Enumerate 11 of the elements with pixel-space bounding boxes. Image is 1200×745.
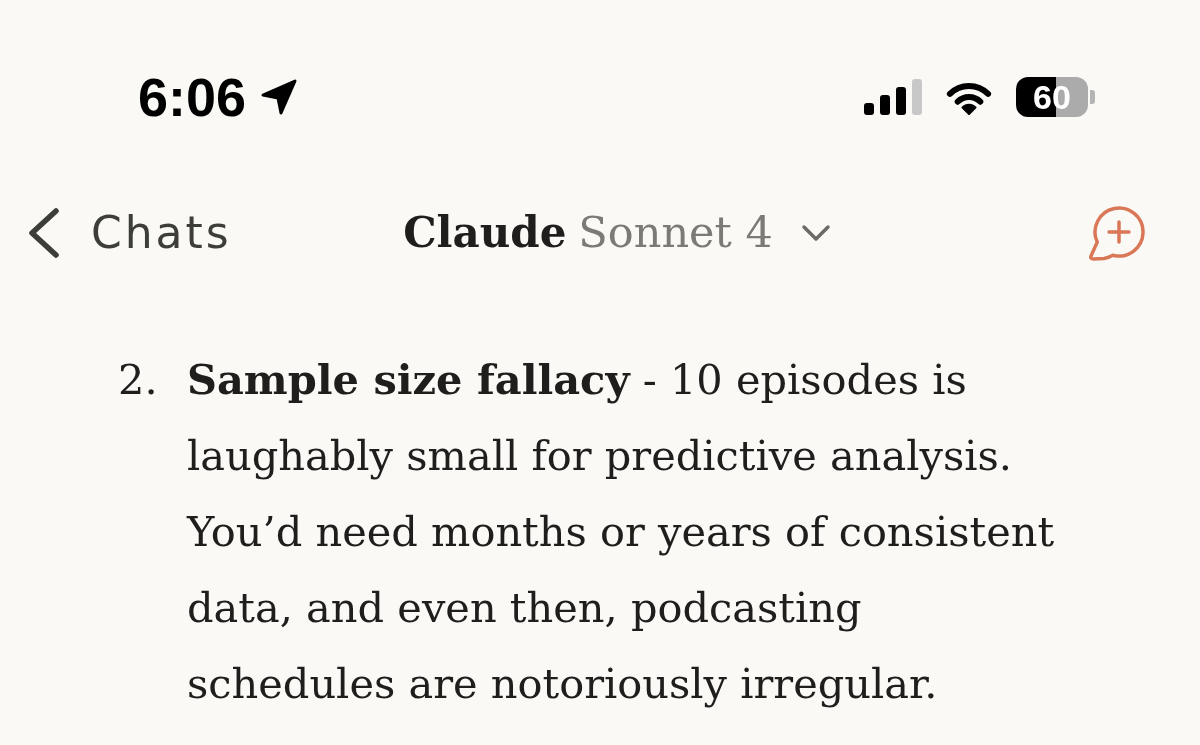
new-chat-button[interactable] (1086, 203, 1146, 263)
status-time: 6:06 (138, 70, 247, 124)
chat-bubble-plus-icon (1086, 203, 1146, 263)
location-arrow-icon (260, 78, 299, 116)
back-button[interactable]: Chats (28, 208, 232, 258)
list-item-text: Sample size fallacy - 10 episodes is laughably small for predictive analysis. You’d need months or years of consistent data, and even then, podcasting schedules are notoriously irregular. (187, 354, 1056, 710)
model-selector[interactable]: Claude Sonnet 4 (403, 209, 831, 257)
chevron-down-icon (800, 224, 831, 242)
chevron-left-icon (28, 208, 60, 258)
signal-icon (864, 79, 922, 115)
list-number: 2. (118, 354, 159, 406)
